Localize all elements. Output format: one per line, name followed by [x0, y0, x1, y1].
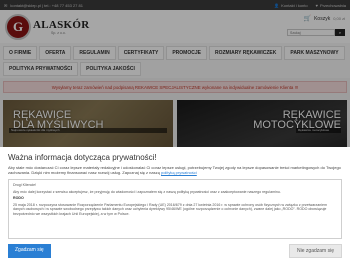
box-paragraph: 25 maja 2018 r. rozpoczyna stosowanie Ro…	[13, 202, 328, 216]
accept-button[interactable]: Zgadzam się	[8, 244, 51, 258]
privacy-policy-link[interactable]: polityką prywatności	[161, 170, 197, 175]
privacy-modal: Ważna informacja dotycząca prywatności! …	[0, 147, 350, 280]
box-rodo-heading: RODO	[13, 196, 24, 201]
modal-title: Ważna informacja dotycząca prywatności!	[8, 153, 157, 162]
box-greeting: Drogi Kliencie!	[13, 183, 37, 187]
modal-intro: Aby stale móc dostarczać Ci coraz lepsze…	[8, 165, 341, 175]
box-paragraph: Aby móc dalej korzystać z serwisu akcept…	[13, 189, 281, 194]
reject-button[interactable]: Nie zgadzam się	[289, 244, 342, 258]
consent-details-box[interactable]: Drogi Kliencie! Aby móc dalej korzystać …	[8, 179, 342, 239]
